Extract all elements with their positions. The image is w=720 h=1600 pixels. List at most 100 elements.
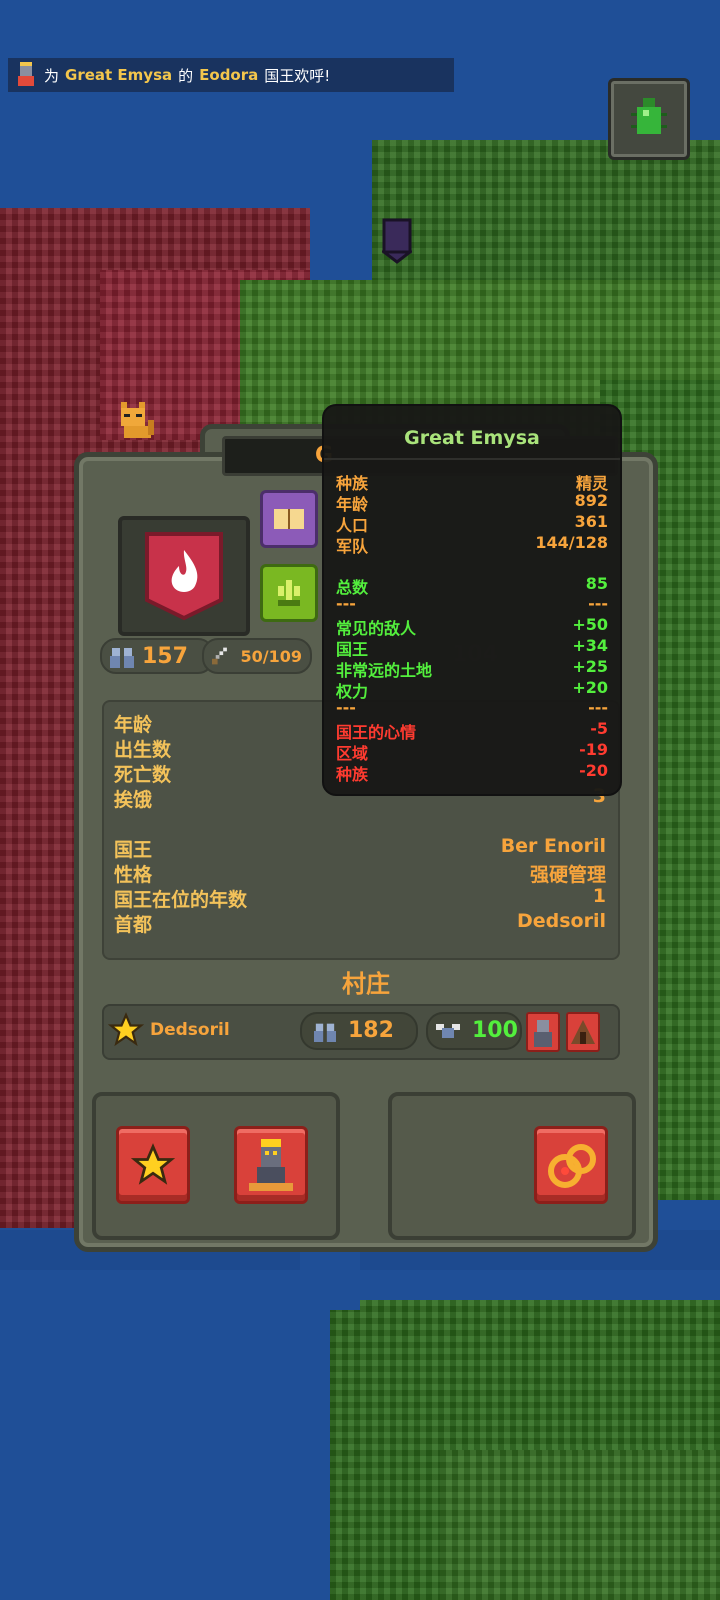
tooltip-total-label: 总数 xyxy=(336,578,369,597)
green-bug-icon xyxy=(631,98,667,134)
stat-label: 年龄 xyxy=(114,714,153,736)
favorite-button[interactable] xyxy=(116,1126,190,1204)
tooltip-factor-value: +25 xyxy=(572,657,608,676)
notification-middle: 的 xyxy=(178,66,194,85)
tooltip-info-label: 人口 xyxy=(336,516,369,535)
tooltip-info-value: 892 xyxy=(574,491,608,510)
culture-button[interactable] xyxy=(260,564,318,622)
kingdom-banner[interactable] xyxy=(118,516,250,636)
population-stat[interactable]: 157 xyxy=(100,638,214,674)
capital-star-icon xyxy=(108,1012,144,1047)
tooltip-total-value: 85 xyxy=(585,574,608,593)
tooltip-info-row: 年龄 892 xyxy=(336,491,608,514)
tooltip-factor-value: +20 xyxy=(572,678,608,697)
village-row[interactable]: Dedsoril 182 100 xyxy=(102,1004,620,1060)
crown-plant-icon xyxy=(278,580,300,606)
flag-marker-icon[interactable] xyxy=(382,218,412,264)
kingdom-relation-tooltip: Great Emysa 种族 精灵 年龄 892 人口 361 军队 144/1… xyxy=(322,404,622,796)
stat-label: 国王 xyxy=(114,839,153,861)
gold-rings-icon xyxy=(548,1144,596,1188)
leader-icon xyxy=(534,1020,552,1047)
stat-value: Dedsoril xyxy=(516,910,606,932)
tooltip-negative-row: 种族 -20 xyxy=(336,761,608,784)
villages-title: 村庄 xyxy=(342,970,390,998)
king-button[interactable] xyxy=(234,1126,308,1204)
tooltip-info-row: 人口 361 xyxy=(336,512,608,535)
army-tent-icon xyxy=(571,1020,595,1044)
notification-kingdom: Great Emysa xyxy=(65,66,173,84)
separator-right: --- xyxy=(588,594,608,613)
tooltip-factor-value: -5 xyxy=(590,719,608,738)
tooltip-info-value: 144/128 xyxy=(535,533,608,552)
tooltip-info-value: 精灵 xyxy=(575,474,608,493)
book-icon xyxy=(274,509,304,529)
history-book-button[interactable] xyxy=(260,490,318,548)
notification-suffix: 国王欢呼! xyxy=(264,66,331,85)
stat-label: 出生数 xyxy=(114,739,172,761)
stat-row-capital: 首都 Dedsoril xyxy=(114,910,606,936)
tooltip-factor-label: 非常远的土地 xyxy=(336,661,433,680)
kingdom-collection-button[interactable] xyxy=(534,1126,608,1204)
army-stat[interactable]: 50/109 xyxy=(202,638,312,674)
tooltip-factor-label: 常见的敌人 xyxy=(336,619,417,638)
tooltip-factor-value: +34 xyxy=(572,636,608,655)
stat-value: 1 xyxy=(592,885,606,907)
village-name: Dedsoril xyxy=(150,1020,230,1040)
stat-label: 首都 xyxy=(114,914,153,936)
village-loyalty-value: 100 xyxy=(472,1018,518,1043)
tooltip-factor-label: 国王的心情 xyxy=(336,723,417,742)
village-army-button[interactable] xyxy=(566,1012,600,1052)
tooltip-negative-row: 国王的心情 -5 xyxy=(336,719,608,742)
village-loyalty-pill: 100 xyxy=(426,1012,522,1050)
tooltip-info-row: 种族 精灵 xyxy=(336,470,608,493)
stat-value: 强硬管理 xyxy=(529,864,606,886)
tooltip-title: Great Emysa xyxy=(324,418,620,460)
tooltip-positive-row: 国王 +34 xyxy=(336,636,608,659)
tooltip-factor-value: -19 xyxy=(579,740,608,759)
village-leader-button[interactable] xyxy=(526,1012,560,1052)
tooltip-info-label: 种族 xyxy=(336,474,369,493)
tooltip-separator: --- --- xyxy=(336,594,608,615)
separator-left: --- xyxy=(336,594,356,613)
separator-left: --- xyxy=(336,698,356,717)
stat-label: 国王在位的年数 xyxy=(114,889,248,911)
stat-label: 死亡数 xyxy=(114,764,172,786)
tooltip-factor-label: 区域 xyxy=(336,744,369,763)
village-population-pill: 182 xyxy=(300,1012,418,1050)
tooltip-negative-row: 区域 -19 xyxy=(336,740,608,763)
tooltip-info-row: 军队 144/128 xyxy=(336,533,608,556)
tooltip-positive-row: 权力 +20 xyxy=(336,678,608,701)
population-icon xyxy=(110,648,134,668)
tooltip-positive-row: 非常远的土地 +25 xyxy=(336,657,608,680)
tooltip-factor-label: 国王 xyxy=(336,640,369,659)
notification-bar: 为 Great Emysa 的 Eodora 国王欢呼! xyxy=(8,58,454,92)
tooltip-info-label: 年龄 xyxy=(336,495,369,514)
notification-prefix: 为 xyxy=(44,66,60,85)
sword-icon xyxy=(212,647,227,665)
stat-row-king: 国王 Ber Enoril xyxy=(114,835,606,861)
fire-banner-icon xyxy=(145,532,223,621)
king-avatar-icon xyxy=(18,62,34,86)
population-icon xyxy=(314,1023,336,1042)
stat-row-personality: 性格 强硬管理 xyxy=(114,860,606,886)
stat-label: 性格 xyxy=(114,864,153,886)
village-population-value: 182 xyxy=(348,1018,394,1043)
stat-row-reign-years: 国王在位的年数 1 xyxy=(114,885,606,911)
population-value: 157 xyxy=(142,643,188,669)
army-value: 50/109 xyxy=(240,646,302,666)
notification-king: Eodora xyxy=(199,66,259,84)
tooltip-info-label: 军队 xyxy=(336,537,369,556)
land-grass-south-2 xyxy=(440,1450,720,1600)
tooltip-factor-label: 种族 xyxy=(336,765,369,784)
stat-value: Ber Enoril xyxy=(500,835,606,857)
tooltip-separator: --- --- xyxy=(336,698,608,719)
tooltip-factor-label: 权力 xyxy=(336,682,369,701)
stat-label: 挨饿 xyxy=(114,789,153,811)
tooltip-factor-value: +50 xyxy=(572,615,608,634)
tooltip-positive-row: 常见的敌人 +50 xyxy=(336,615,608,638)
cat-unit-icon[interactable] xyxy=(112,396,160,444)
bug-power-button[interactable] xyxy=(608,78,690,160)
tooltip-factor-value: -20 xyxy=(579,761,608,780)
king-crown-icon xyxy=(249,1139,293,1191)
tooltip-total-row: 总数 85 xyxy=(336,574,608,597)
